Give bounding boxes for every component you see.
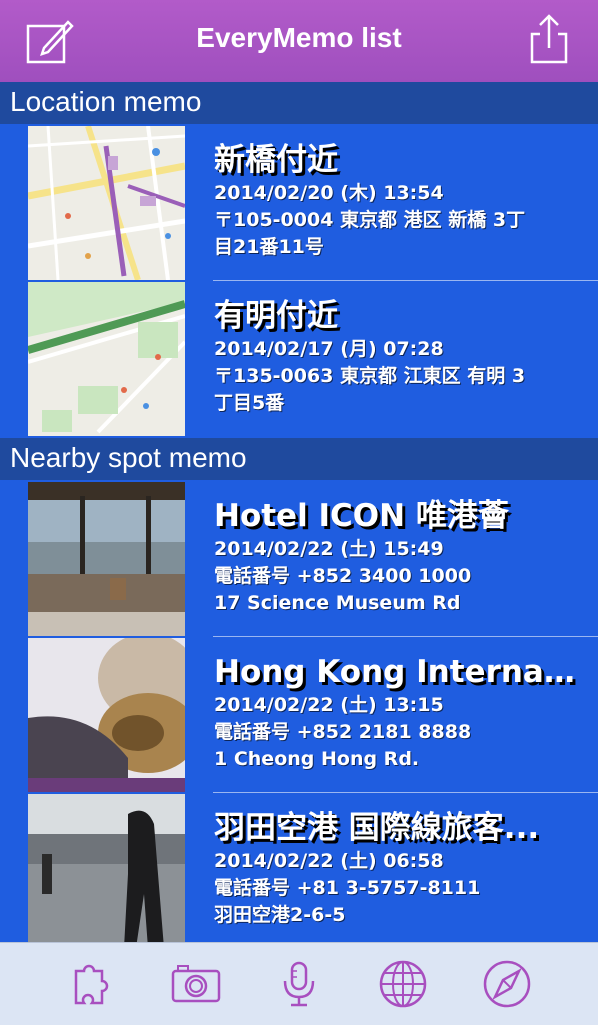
section-title: Location memo bbox=[10, 86, 202, 117]
page-title: EveryMemo list bbox=[196, 22, 402, 53]
memo-date: 2014/02/22 (土) 13:15 bbox=[214, 694, 444, 716]
list-item[interactable]: 有明付近 2014/02/17 (月) 07:28 〒135-0063 東京都 … bbox=[0, 280, 598, 436]
list-item[interactable]: 羽田空港 国際線旅客... 2014/02/22 (土) 06:58 電話番号 … bbox=[0, 792, 598, 948]
memo-date: 2014/02/17 (月) 07:28 bbox=[214, 338, 444, 360]
list-item-text: 新橋付近 2014/02/20 (木) 13:54 〒105-0004 東京都 … bbox=[214, 140, 584, 261]
row-divider bbox=[213, 280, 598, 281]
memo-address-cont: 丁目5番 bbox=[214, 392, 285, 414]
memo-address-cont: 目21番11号 bbox=[214, 236, 324, 258]
memo-title: Hotel ICON 唯港薈 bbox=[214, 498, 509, 534]
photo-thumbnail bbox=[28, 482, 185, 636]
puzzle-icon bbox=[74, 964, 109, 1005]
memo-address: 〒135-0063 東京都 江東区 有明 3 bbox=[214, 365, 526, 387]
tab-puzzle[interactable] bbox=[66, 959, 118, 1009]
tab-compass[interactable] bbox=[481, 959, 533, 1009]
photo-thumbnail bbox=[28, 794, 185, 948]
memo-address: 1 Cheong Hong Rd. bbox=[214, 748, 420, 770]
share-button[interactable] bbox=[524, 14, 574, 66]
camera-icon bbox=[171, 965, 221, 1003]
photo-thumbnail bbox=[28, 638, 185, 792]
microphone-icon bbox=[283, 961, 315, 1007]
section-header-location: Location memo bbox=[0, 82, 598, 124]
memo-address: 〒105-0004 東京都 港区 新橋 3丁 bbox=[214, 209, 526, 231]
tab-bar bbox=[0, 942, 598, 1025]
list-item-text: 羽田空港 国際線旅客... 2014/02/22 (土) 06:58 電話番号 … bbox=[214, 808, 584, 929]
memo-title: Hong Kong Internati... bbox=[214, 654, 584, 690]
share-icon bbox=[530, 14, 568, 64]
list-item[interactable]: 新橋付近 2014/02/20 (木) 13:54 〒105-0004 東京都 … bbox=[0, 124, 598, 280]
list-item[interactable]: Hong Kong Internati... 2014/02/22 (土) 13… bbox=[0, 636, 598, 792]
memo-date: 2014/02/20 (木) 13:54 bbox=[214, 182, 444, 204]
memo-date: 2014/02/22 (土) 06:58 bbox=[214, 850, 444, 872]
memo-address: 羽田空港2-6-5 bbox=[214, 904, 346, 926]
tab-microphone[interactable] bbox=[273, 959, 325, 1009]
list-item[interactable]: Hotel ICON 唯港薈 2014/02/22 (土) 15:49 電話番号… bbox=[0, 480, 598, 636]
memo-title: 有明付近 bbox=[214, 298, 338, 334]
memo-phone: 電話番号 +852 2181 8888 bbox=[214, 721, 472, 743]
compass-icon bbox=[483, 960, 531, 1008]
memo-phone: 電話番号 +852 3400 1000 bbox=[214, 565, 472, 587]
tab-globe[interactable] bbox=[377, 959, 429, 1009]
memo-title: 羽田空港 国際線旅客... bbox=[214, 810, 540, 846]
memo-phone: 電話番号 +81 3-5757-8111 bbox=[214, 877, 481, 899]
row-divider bbox=[213, 792, 598, 793]
list-item-text: Hotel ICON 唯港薈 2014/02/22 (土) 15:49 電話番号… bbox=[214, 496, 584, 617]
memo-address: 17 Science Museum Rd bbox=[214, 592, 461, 614]
navigation-bar: EveryMemo list bbox=[0, 0, 598, 82]
map-thumbnail bbox=[28, 282, 185, 436]
list-item-text: Hong Kong Internati... 2014/02/22 (土) 13… bbox=[214, 652, 584, 773]
row-divider bbox=[213, 636, 598, 637]
section-header-nearby: Nearby spot memo bbox=[0, 438, 598, 480]
memo-date: 2014/02/22 (土) 15:49 bbox=[214, 538, 444, 560]
memo-title: 新橋付近 bbox=[214, 142, 338, 178]
globe-icon bbox=[379, 960, 427, 1008]
list-item-text: 有明付近 2014/02/17 (月) 07:28 〒135-0063 東京都 … bbox=[214, 296, 584, 417]
tab-camera[interactable] bbox=[170, 959, 222, 1009]
map-thumbnail bbox=[28, 126, 185, 280]
section-title: Nearby spot memo bbox=[10, 442, 247, 473]
